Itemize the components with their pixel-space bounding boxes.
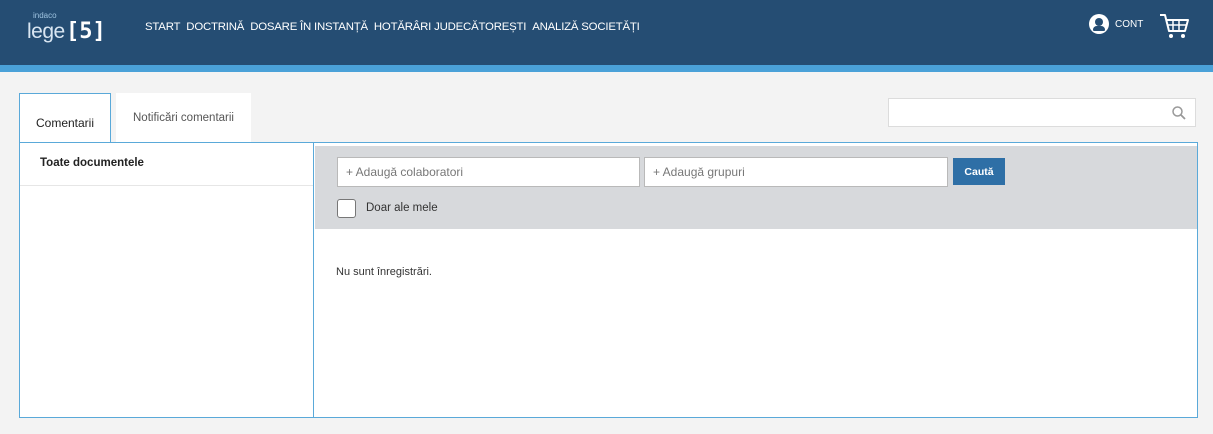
filter-bar: Caută Doar ale mele [315,146,1197,229]
nav-hotarari[interactable]: HOTĂRÂRI JUDECĂTOREȘTI [374,21,527,33]
main-nav: START DOCTRINĂ DOSARE ÎN INSTANȚĂ HOTĂRÂ… [145,21,640,33]
tab-comentarii[interactable]: Comentarii [19,93,111,143]
tab-notificari-comentarii[interactable]: Notificări comentarii [116,93,251,143]
shopping-cart-icon[interactable] [1158,12,1190,40]
empty-results-message: Nu sunt înregistrări. [336,266,432,278]
lege5-logo[interactable]: indaco lege [5] [27,11,107,47]
top-navigation-bar: indaco lege [5] START DOCTRINĂ DOSARE ÎN… [0,0,1213,65]
search-button[interactable]: Caută [953,158,1005,185]
groups-input[interactable] [644,157,948,187]
logo-small-text: indaco [33,11,57,20]
account-menu[interactable]: CONT [1089,14,1143,34]
user-circle-icon [1089,14,1109,34]
comments-panel: Toate documentele Caută Doar ale mele Nu… [19,142,1198,418]
only-mine-checkbox[interactable] [337,199,356,218]
search-box [888,98,1196,127]
logo-main-text: lege [27,20,65,43]
account-label: CONT [1115,18,1144,30]
collaborators-input[interactable] [337,157,640,187]
search-icon[interactable] [1171,105,1187,121]
nav-doctrina[interactable]: DOCTRINĂ [186,21,244,33]
accent-stripe [0,65,1213,72]
nav-start[interactable]: START [145,21,180,33]
only-mine-label: Doar ale mele [366,202,438,214]
sidebar-item-all-documents[interactable]: Toate documentele [20,143,313,186]
nav-dosare[interactable]: DOSARE ÎN INSTANȚĂ [250,21,368,33]
search-input[interactable] [889,99,1159,126]
document-sidebar: Toate documentele [20,143,314,417]
nav-analiza[interactable]: ANALIZĂ SOCIETĂȚI [532,21,640,33]
logo-version-text: [5] [66,19,106,44]
